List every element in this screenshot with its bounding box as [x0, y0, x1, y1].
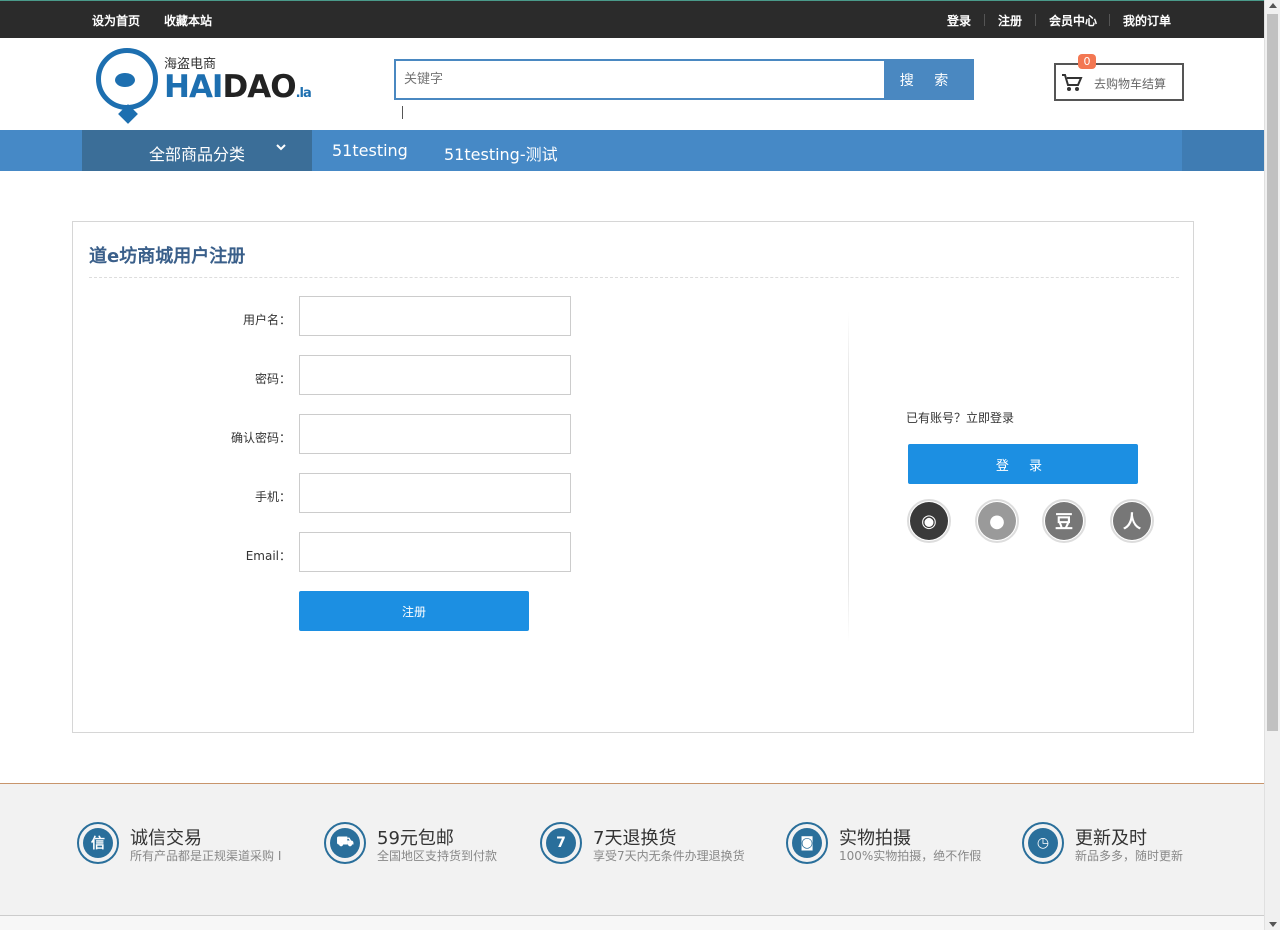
divider [1109, 14, 1110, 26]
feature-subtitle: 享受7天内无条件办理退换货 [593, 849, 745, 863]
footer-features: 信 诚信交易 所有产品都是正规渠道采购 I ⛟ 59元包邮 全国地区支持货到付款… [0, 783, 1264, 915]
camera-icon: ◙ [786, 822, 828, 864]
divider [984, 14, 985, 26]
renren-login-button[interactable]: 人 [1110, 499, 1154, 543]
douban-icon: 豆 [1045, 502, 1083, 540]
my-orders-link[interactable]: 我的订单 [1123, 12, 1171, 29]
site-logo[interactable]: 海盗电商 HAIDAO.la [94, 46, 312, 118]
vertical-scrollbar[interactable] [1264, 0, 1280, 930]
text-cursor [402, 106, 403, 119]
set-home-link[interactable]: 设为首页 [92, 12, 140, 29]
top-bar: 设为首页 收藏本站 登录 注册 会员中心 我的订单 [0, 0, 1264, 38]
username-label: 用户名： [242, 313, 291, 327]
scroll-down-icon[interactable] [1269, 922, 1277, 927]
member-center-link[interactable]: 会员中心 [1049, 12, 1097, 29]
favorite-link[interactable]: 收藏本站 [164, 12, 212, 29]
phone-label: 手机： [254, 490, 291, 504]
divider [848, 312, 849, 642]
footer-bottom [0, 915, 1264, 930]
confirm-password-label: 确认密码： [230, 431, 291, 445]
confirm-password-field[interactable] [299, 414, 571, 454]
register-panel: 道e坊商城用户注册 用户名： 密码： 确认密码： 手机： Email： 注册 已… [72, 221, 1194, 733]
cart-icon [1062, 74, 1083, 91]
feature-subtitle: 100%实物拍摄，绝不作假 [839, 849, 982, 863]
trust-icon: 信 [77, 822, 119, 864]
feature-subtitle: 新品多多，随时更新 [1075, 849, 1184, 863]
renren-icon: 人 [1113, 502, 1151, 540]
weibo-icon: ◉ [910, 502, 948, 540]
search-input[interactable] [396, 61, 884, 98]
have-account-text[interactable]: 已有账号？立即登录 [906, 409, 1014, 426]
weibo-login-button[interactable]: ◉ [907, 499, 951, 543]
feature-subtitle: 所有产品都是正规渠道采购 I [130, 849, 282, 863]
cart-count-badge: 0 [1078, 54, 1096, 69]
search-button[interactable]: 搜 索 [884, 61, 972, 98]
page-title: 道e坊商城用户注册 [89, 246, 246, 267]
chevron-down-icon [276, 144, 286, 151]
password-field[interactable] [299, 355, 571, 395]
nav-right-block [1182, 130, 1264, 171]
username-field[interactable] [299, 296, 571, 336]
feature-subtitle: 全国地区支持货到付款 [377, 849, 498, 863]
cart-label: 去购物车结算 [1094, 77, 1167, 91]
email-label: Email： [245, 549, 291, 563]
qq-icon: ● [978, 502, 1016, 540]
search-bar: 搜 索 [394, 59, 974, 100]
clock-icon: ◷ [1022, 822, 1064, 864]
douban-login-button[interactable]: 豆 [1042, 499, 1086, 543]
free-shipping-icon: ⛟ [324, 822, 366, 864]
email-field[interactable] [299, 532, 571, 572]
nav-link-51testing-test[interactable]: 51testing-测试 [444, 141, 558, 165]
divider [89, 277, 1179, 278]
seven-day-return-icon: 7 [540, 822, 582, 864]
logo-en-text: HAIDAO.la [164, 69, 312, 105]
main-nav: 全部商品分类 51testing 51testing-测试 [0, 130, 1264, 171]
qq-login-button[interactable]: ● [975, 499, 1019, 543]
scroll-up-icon[interactable] [1269, 3, 1277, 8]
register-button[interactable]: 注册 [299, 591, 529, 631]
divider [1035, 14, 1036, 26]
register-link[interactable]: 注册 [998, 12, 1022, 29]
scroll-thumb[interactable] [1267, 14, 1278, 731]
login-button[interactable]: 登 录 [908, 444, 1138, 484]
nav-link-51testing[interactable]: 51testing [332, 141, 408, 160]
pirate-logo-icon [96, 48, 158, 110]
phone-field[interactable] [299, 473, 571, 513]
all-categories-menu[interactable]: 全部商品分类 [82, 130, 312, 171]
cart-button[interactable]: 去购物车结算 [1054, 63, 1184, 101]
all-categories-label: 全部商品分类 [149, 145, 246, 164]
login-link[interactable]: 登录 [947, 12, 971, 29]
password-label: 密码： [254, 372, 291, 386]
